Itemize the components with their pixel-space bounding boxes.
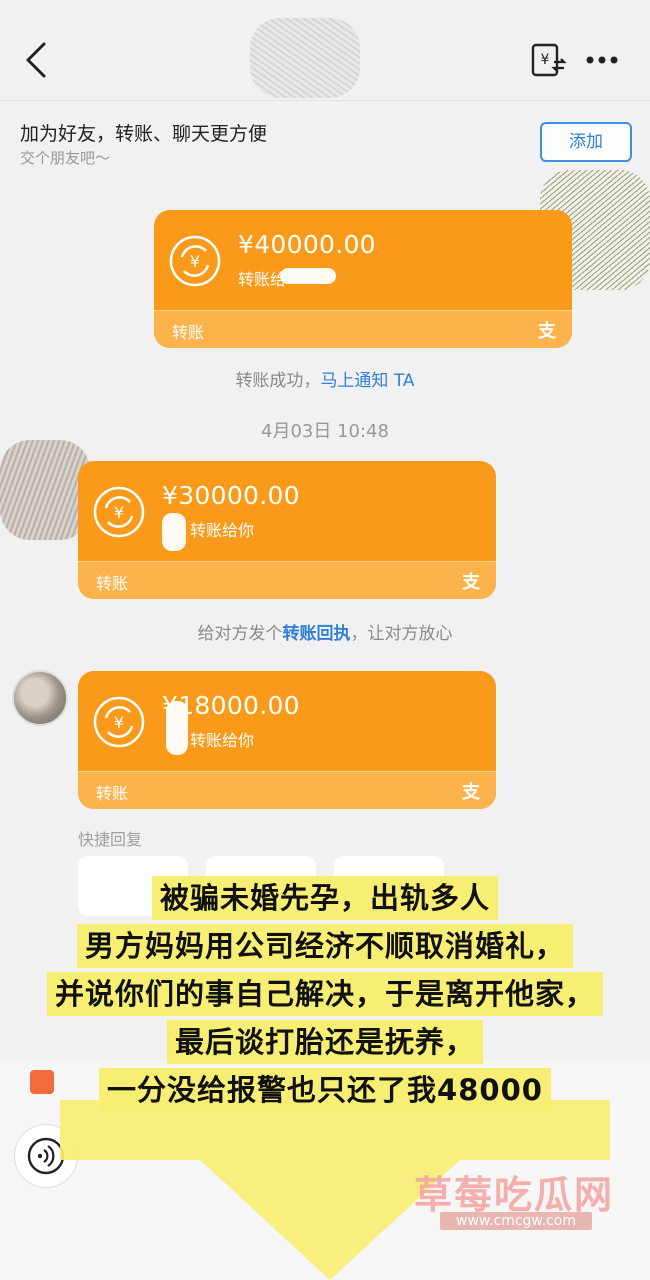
alipay-icon: 支 <box>462 572 480 593</box>
top-bar: ¥ <box>0 0 650 100</box>
transfer-success-note: 转账成功，马上通知 TA <box>0 366 650 391</box>
bill-exchange-icon: ¥ <box>531 43 567 77</box>
svg-text:¥: ¥ <box>114 503 124 522</box>
transfer-memo: 转账给你 <box>190 521 255 540</box>
redaction-scribble <box>0 440 90 540</box>
transfer-card-footer: 转账 支 <box>78 561 496 599</box>
redaction-scribble <box>250 18 360 98</box>
watermark-site-name: 草莓吃瓜网 <box>414 1173 615 1217</box>
redaction-blot <box>280 268 336 284</box>
transfer-coin-icon: ¥ <box>169 235 221 287</box>
alipay-icon: 支 <box>462 782 480 803</box>
transfer-card[interactable]: ¥ ¥40000.00 转账给 转账 支 <box>154 210 572 348</box>
bill-button[interactable]: ¥ <box>530 42 568 78</box>
more-dots-icon <box>586 56 618 64</box>
success-text: 转账成功， <box>235 371 321 391</box>
transfer-card[interactable]: ¥ ¥18000.00 转账给你 转账 支 <box>78 671 496 809</box>
transfer-coin-icon: ¥ <box>93 696 145 748</box>
caption-line: 并说你们的事自己解决，于是离开他家， <box>0 972 650 1016</box>
more-button[interactable] <box>584 46 620 74</box>
transfer-coin-icon: ¥ <box>93 486 145 538</box>
watermark-url: www.cmcgw.com <box>440 1212 592 1230</box>
transfer-memo: 转账给 <box>238 270 287 289</box>
transfer-card-body: ¥ ¥30000.00 转账给你 <box>78 461 496 561</box>
transfer-amount: ¥30000.00 <box>162 481 300 510</box>
caption-text: 最后谈打胎还是抚养， <box>166 1020 483 1064</box>
transfer-card[interactable]: ¥ ¥30000.00 转账给你 转账 支 <box>78 461 496 599</box>
receipt-pre: 给对方发个 <box>197 624 283 644</box>
transfer-amount: ¥40000.00 <box>238 230 376 259</box>
transfer-footer-label: 转账 <box>96 574 129 593</box>
transfer-card-footer: 转账 支 <box>154 310 572 348</box>
transfer-card-body: ¥ ¥18000.00 转账给你 <box>78 671 496 771</box>
add-friend-button[interactable]: 添加 <box>540 122 632 162</box>
receipt-post: ，让对方放心 <box>350 624 453 644</box>
alipay-icon: 支 <box>538 321 556 342</box>
receipt-note: 给对方发个转账回执，让对方放心 <box>0 619 650 644</box>
svg-text:¥: ¥ <box>541 52 550 68</box>
svg-text:¥: ¥ <box>190 252 200 271</box>
receipt-link[interactable]: 转账回执 <box>283 624 351 644</box>
transfer-card-footer: 转账 支 <box>78 771 496 809</box>
caption-text: 一分没给报警也只还了我48000 <box>99 1068 551 1112</box>
redaction-blot <box>162 513 186 551</box>
avatar[interactable] <box>12 670 68 726</box>
caption-line: 一分没给报警也只还了我48000 <box>0 1068 650 1112</box>
svg-text:¥: ¥ <box>114 713 124 732</box>
caption-line: 男方妈妈用公司经济不顺取消婚礼， <box>0 924 650 968</box>
transfer-footer-label: 转账 <box>172 323 205 342</box>
add-friend-banner: 加为好友，转账、聊天更方便 交个朋友吧～ 添加 <box>0 100 650 180</box>
quick-reply-label: 快捷回复 <box>78 830 143 849</box>
back-arrow-icon <box>26 42 46 78</box>
caption-text: 男方妈妈用公司经济不顺取消婚礼， <box>76 924 573 968</box>
redaction-blot <box>166 701 188 755</box>
notify-link[interactable]: 马上通知 TA <box>320 371 414 391</box>
transfer-card-body: ¥ ¥40000.00 转账给 <box>154 210 572 310</box>
caption-text: 并说你们的事自己解决，于是离开他家， <box>46 972 603 1016</box>
back-button[interactable] <box>18 36 58 84</box>
transfer-memo: 转账给你 <box>190 731 255 750</box>
caption-line: 最后谈打胎还是抚养， <box>0 1020 650 1064</box>
banner-title: 加为好友，转账、聊天更方便 <box>20 123 268 145</box>
transfer-footer-label: 转账 <box>96 784 129 803</box>
message-timestamp: 4月03日 10:48 <box>261 421 389 442</box>
caption-line: 被骗未婚先孕，出轨多人 <box>0 876 650 920</box>
caption-text: 被骗未婚先孕，出轨多人 <box>151 876 498 920</box>
banner-subtitle: 交个朋友吧～ <box>20 149 111 167</box>
